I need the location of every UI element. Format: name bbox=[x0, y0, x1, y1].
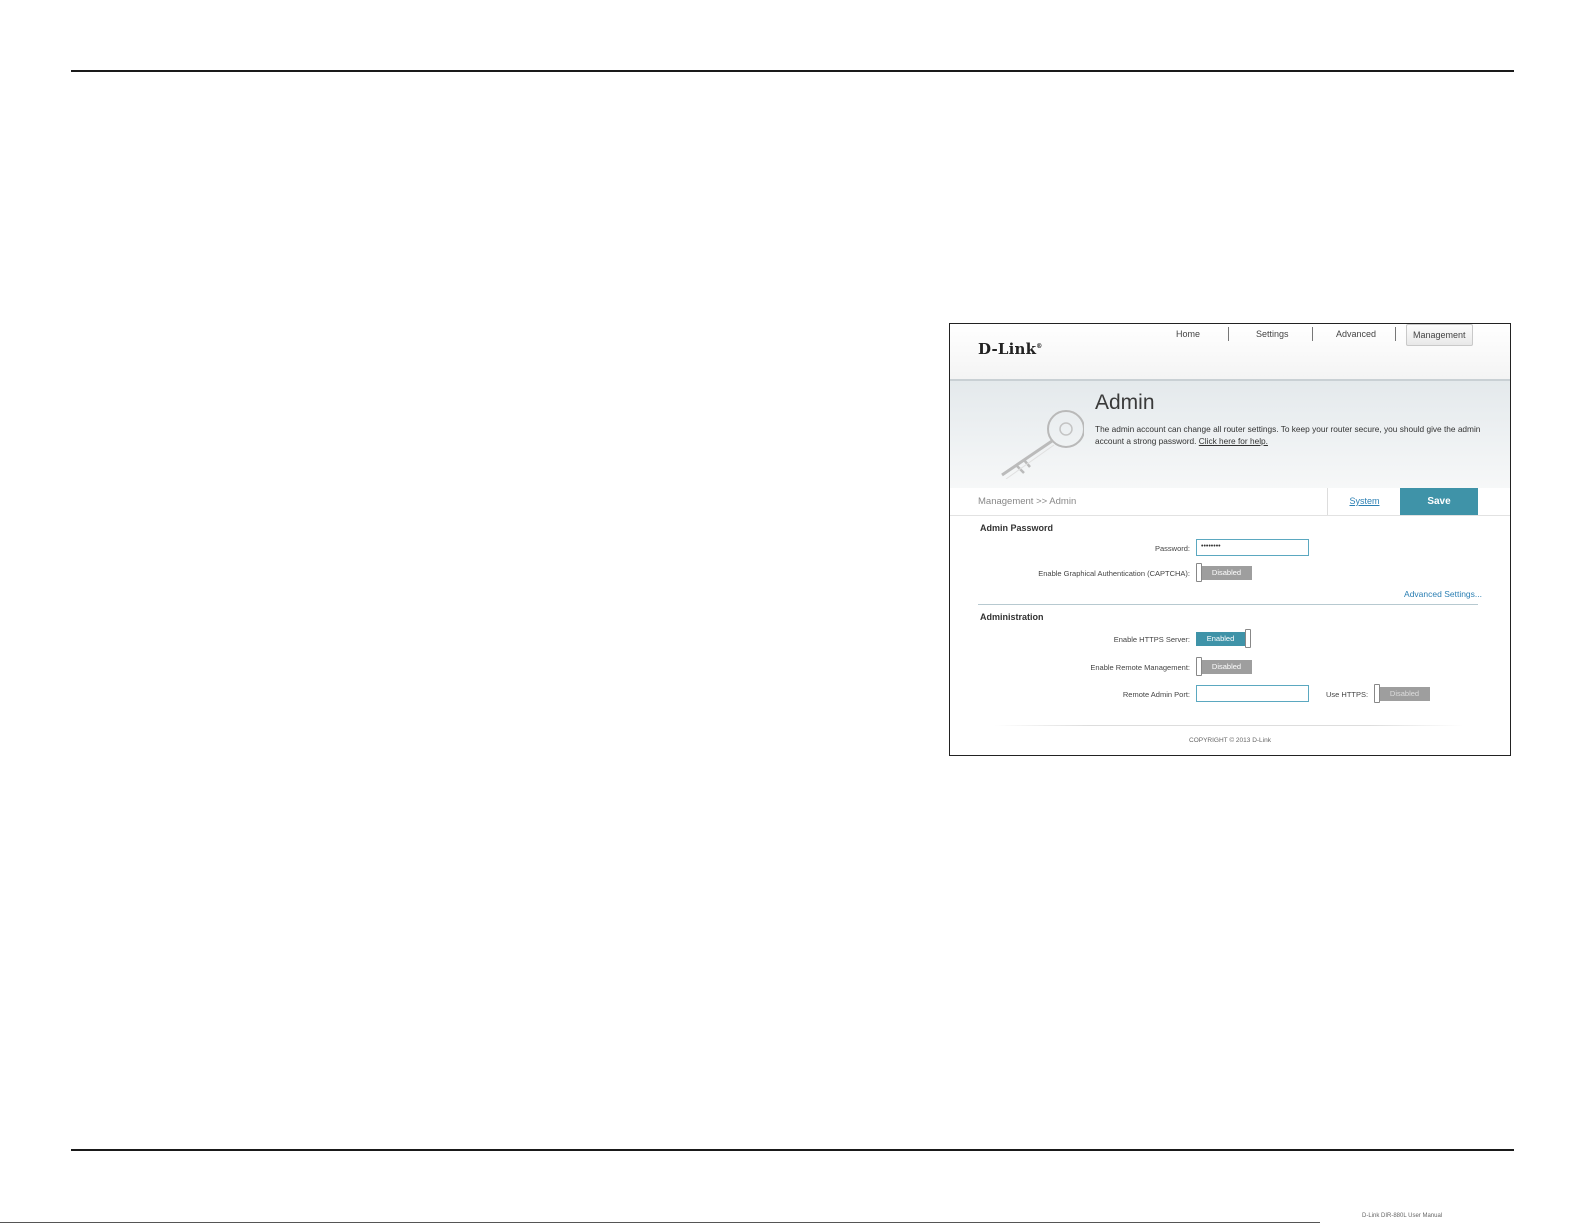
remote-admin-port-label: Remote Admin Port: bbox=[1122, 690, 1190, 699]
router-ui-screenshot: D-Link® Home Settings Advanced Managemen… bbox=[949, 323, 1511, 756]
breadcrumb: Management >> Admin bbox=[978, 496, 1077, 507]
key-icon bbox=[1001, 410, 1084, 479]
footer-hairline bbox=[0, 1222, 1320, 1223]
toggle-knob bbox=[1374, 684, 1380, 703]
copyright: COPYRIGHT © 2013 D-Link bbox=[1189, 737, 1271, 744]
nav-home[interactable]: Home bbox=[1176, 324, 1200, 344]
footer-note: D-Link DIR-880L User Manual bbox=[1362, 1213, 1443, 1219]
nav-management[interactable]: Management bbox=[1406, 324, 1473, 346]
https-server-toggle[interactable]: Enabled bbox=[1196, 629, 1252, 648]
nav-separator bbox=[1228, 327, 1229, 341]
dlink-logo: D-Link® bbox=[978, 340, 1043, 358]
use-https-label: Use HTTPS: bbox=[1326, 690, 1369, 699]
password-input[interactable]: •••••••• bbox=[1196, 539, 1309, 556]
page-description: The admin account can change all router … bbox=[1095, 424, 1481, 446]
toggle-knob bbox=[1196, 563, 1202, 582]
advanced-settings-link[interactable]: Advanced Settings... bbox=[1404, 589, 1482, 599]
section-title-administration: Administration bbox=[980, 612, 1044, 622]
remote-management-label: Enable Remote Management: bbox=[1090, 663, 1190, 672]
nav-settings[interactable]: Settings bbox=[1256, 324, 1289, 344]
page-bottom-rule bbox=[71, 1149, 1514, 1151]
captcha-toggle[interactable]: Disabled bbox=[1196, 563, 1252, 582]
breadcrumb-bar: Management >> Admin System Save bbox=[950, 488, 1510, 516]
password-label: Password: bbox=[1154, 544, 1190, 553]
use-https-toggle-state: Disabled bbox=[1379, 687, 1430, 701]
https-server-toggle-state: Enabled bbox=[1196, 632, 1245, 646]
nav-advanced[interactable]: Advanced bbox=[1336, 324, 1376, 344]
footer-divider bbox=[994, 725, 1464, 726]
admin-banner: Admin The admin account can change all r… bbox=[950, 379, 1510, 490]
save-button[interactable]: Save bbox=[1400, 488, 1478, 515]
use-https-toggle[interactable]: Disabled bbox=[1374, 684, 1430, 703]
nav-separator bbox=[1312, 327, 1313, 341]
https-server-label: Enable HTTPS Server: bbox=[1113, 635, 1190, 644]
captcha-toggle-state: Disabled bbox=[1201, 566, 1252, 580]
remote-admin-port-input[interactable] bbox=[1196, 685, 1309, 702]
remote-management-toggle[interactable]: Disabled bbox=[1196, 657, 1252, 676]
system-tab[interactable]: System bbox=[1327, 488, 1401, 515]
toggle-knob bbox=[1245, 629, 1251, 648]
page-top-rule bbox=[71, 70, 1514, 72]
toggle-knob bbox=[1196, 657, 1202, 676]
captcha-label: Enable Graphical Authentication (CAPTCHA… bbox=[1038, 569, 1190, 578]
router-header: D-Link® Home Settings Advanced Managemen… bbox=[950, 324, 1510, 379]
section-divider bbox=[978, 604, 1478, 605]
help-link[interactable]: Click here for help. bbox=[1199, 436, 1268, 446]
section-title-admin-password: Admin Password bbox=[980, 523, 1054, 533]
page-title: Admin bbox=[1095, 391, 1155, 414]
remote-management-toggle-state: Disabled bbox=[1201, 660, 1252, 674]
nav-separator bbox=[1395, 327, 1396, 341]
